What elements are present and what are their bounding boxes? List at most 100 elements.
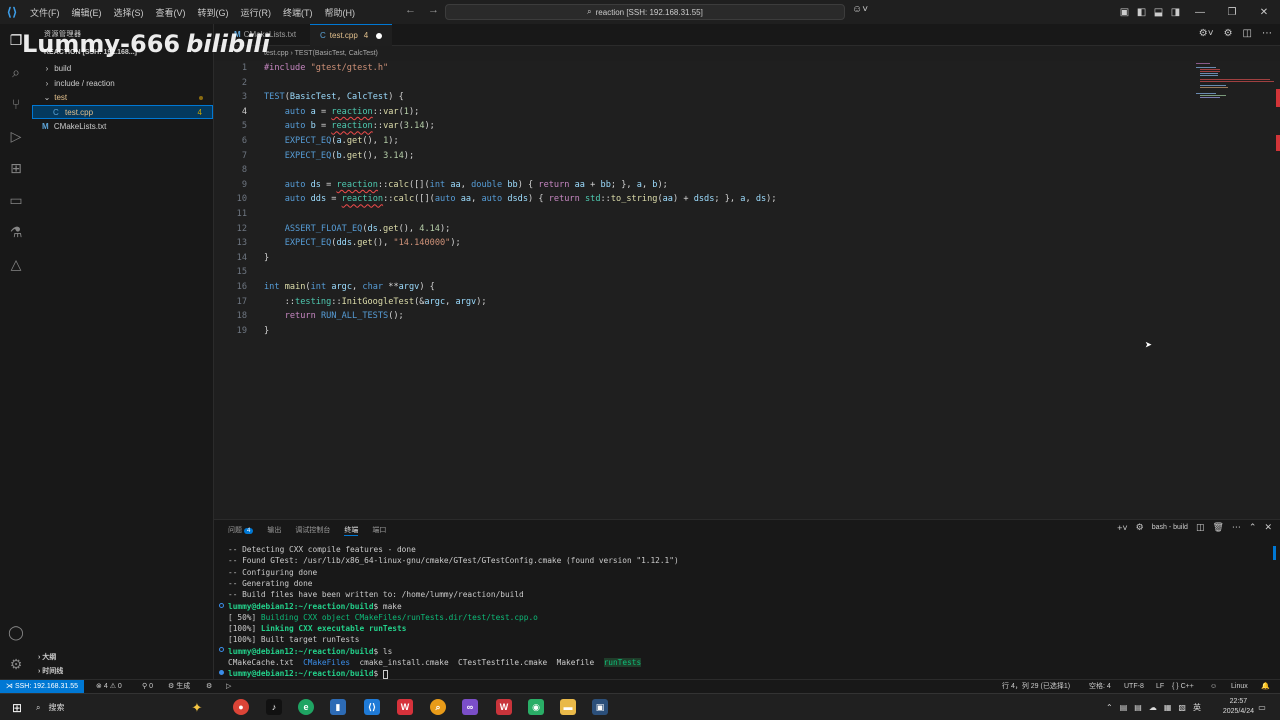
more-actions-icon[interactable]: ⋯ (1262, 28, 1272, 39)
notifications-bell-icon[interactable]: 🔔 (1261, 680, 1270, 694)
settings-icon[interactable]: ⚙ (1224, 28, 1233, 39)
copilot-sparkle-icon[interactable]: ✦ (182, 694, 212, 720)
forward-arrow-icon[interactable]: → (428, 4, 439, 16)
tree-folder-build[interactable]: › build (32, 62, 213, 76)
breadcrumb-symbol[interactable]: TEST(BasicTest, CalcTest) (295, 50, 378, 57)
tree-folder-test[interactable]: ⌄ test (32, 91, 213, 105)
encoding-status[interactable]: UTF-8 (1124, 680, 1144, 694)
ports-status[interactable]: ⚲ 0 (142, 680, 153, 694)
command-decoration-icon[interactable] (219, 602, 224, 608)
maximize-panel-icon[interactable]: ⌃ (1249, 522, 1257, 533)
kill-terminal-icon[interactable]: 🗑 (1212, 522, 1223, 533)
split-editor-icon[interactable]: ◫ (1243, 28, 1252, 39)
tray-app-icon[interactable]: ▦ (1164, 703, 1172, 712)
file-explorer-icon[interactable]: ▬ (560, 699, 576, 715)
taskbar-search[interactable]: ⌕ 搜索 (36, 694, 176, 720)
vscode-taskbar-icon[interactable]: ⟨⟩ (364, 699, 380, 715)
cursor-position[interactable]: 行 4，列 29 (已选择1) (1002, 680, 1070, 694)
layout-customize-icon[interactable]: ▣ (1116, 7, 1133, 18)
everything-search-icon[interactable]: ⌕ (430, 699, 446, 715)
menu-selection[interactable]: 选择(S) (108, 6, 150, 19)
chrome-icon[interactable]: ● (233, 699, 249, 715)
build-percent: [ 50%] (228, 612, 257, 622)
outline-section[interactable]: › 大纲 (32, 651, 213, 664)
file-app-icon[interactable]: ▮ (330, 699, 346, 715)
toggle-sidebar-icon[interactable]: ◧ (1133, 7, 1150, 18)
tab-ports[interactable]: 端口 (372, 525, 386, 535)
account-icon[interactable]: ◯ (6, 622, 26, 642)
wps-icon[interactable]: W (397, 699, 413, 715)
cmake-icon[interactable]: △ (6, 254, 26, 274)
terminal-app-icon[interactable]: ▣ (592, 699, 608, 715)
command-decoration-icon[interactable] (219, 670, 224, 675)
unsaved-dot-icon[interactable] (376, 32, 383, 39)
tree-file-cmakelists[interactable]: M CMakeLists.txt (32, 120, 213, 134)
minimize-icon[interactable]: — (1184, 7, 1216, 18)
tab-output[interactable]: 输出 (267, 525, 281, 535)
split-terminal-icon[interactable]: ◫ (1196, 522, 1205, 533)
menu-file[interactable]: 文件(F) (24, 6, 66, 19)
toggle-panel-icon[interactable]: ⬓ (1150, 7, 1167, 18)
more-actions-icon[interactable]: ⋯ (1232, 522, 1241, 533)
tray-cloud-icon[interactable]: ☁ (1149, 703, 1157, 712)
wechat-icon[interactable]: ◉ (528, 699, 544, 715)
extensions-icon[interactable]: ⊞ (6, 158, 26, 178)
new-terminal-icon[interactable]: +˅ (1117, 523, 1128, 533)
tray-app-icon[interactable]: ▤ (1120, 703, 1128, 712)
menu-run[interactable]: 运行(R) (235, 6, 278, 19)
ime-indicator[interactable]: 英 (1193, 702, 1201, 713)
system-clock[interactable]: 22:57 2025/4/24 (1223, 697, 1254, 717)
timeline-section[interactable]: › 时间线 (32, 665, 213, 678)
back-arrow-icon[interactable]: ← (405, 4, 416, 16)
code-editor[interactable]: 1 #include "gtest/gtest.h" 2 3 TEST(BasicT… (214, 61, 1280, 519)
restore-icon[interactable]: ❐ (1216, 7, 1248, 18)
notification-center-icon[interactable]: ▭ (1252, 694, 1272, 720)
close-window-icon[interactable]: ✕ (1248, 7, 1280, 18)
eol-status[interactable]: LF (1156, 680, 1164, 694)
close-panel-icon[interactable]: ✕ (1264, 522, 1272, 533)
command-decoration-icon[interactable] (219, 647, 224, 652)
tab-problems[interactable]: 问题 4 (228, 525, 254, 535)
menu-help[interactable]: 帮助(H) (319, 6, 362, 19)
tab-debug-console[interactable]: 调试控制台 (295, 525, 330, 535)
tab-terminal[interactable]: 终端 (344, 525, 359, 536)
indentation-status[interactable]: 空格: 4 (1089, 680, 1111, 694)
os-status[interactable]: Linux (1231, 680, 1248, 694)
source-control-icon[interactable]: ⑂ (6, 94, 26, 114)
search-icon[interactable]: ⌕ (6, 62, 26, 82)
build-label: 生成 (176, 683, 191, 690)
wps-office-icon[interactable]: W (496, 699, 512, 715)
tray-app-icon[interactable]: ▤ (1134, 703, 1142, 712)
copilot-status-icon[interactable]: ☺ (1210, 680, 1217, 694)
menu-view[interactable]: 查看(V) (150, 6, 192, 19)
tray-chevron-icon[interactable]: ⌃ (1106, 703, 1113, 712)
cmake-settings-icon[interactable]: ⚙ (206, 680, 212, 694)
problems-status[interactable]: ⊗ 4 ⚠ 0 (96, 680, 122, 694)
language-mode[interactable]: { } C++ (1172, 680, 1194, 694)
terminal-scrollbar[interactable] (1273, 546, 1276, 560)
menu-goto[interactable]: 转到(G) (192, 6, 235, 19)
windows-start-icon[interactable]: ⊞ (8, 694, 26, 720)
remote-explorer-icon[interactable]: ▭ (6, 190, 26, 210)
toggle-secondary-sidebar-icon[interactable]: ◨ (1167, 7, 1184, 18)
minimap[interactable] (1196, 61, 1276, 101)
testing-icon[interactable]: ⚗ (6, 222, 26, 242)
copilot-icon[interactable]: ☺˅ (852, 4, 868, 15)
edge-icon[interactable]: e (298, 699, 314, 715)
menu-edit[interactable]: 编辑(E) (66, 6, 108, 19)
remote-indicator[interactable]: ⋊ SSH: 192.168.31.55 (0, 680, 85, 694)
visual-studio-icon[interactable]: ∞ (462, 699, 478, 715)
command-center-search[interactable]: ⌕ reaction [SSH: 192.168.31.55] (445, 4, 845, 20)
settings-gear-icon[interactable]: ⚙ (6, 654, 26, 674)
run-play-icon[interactable]: ▷ (226, 680, 231, 694)
tab-test-cpp[interactable]: Ctest.cpp 4 (310, 24, 393, 46)
run-debug-icon[interactable]: ▷ (6, 126, 26, 146)
tree-file-test-cpp[interactable]: C test.cpp 4 (32, 105, 213, 119)
tiktok-icon[interactable]: ♪ (266, 699, 282, 715)
run-debug-dropdown-icon[interactable]: ⚙˅ (1199, 28, 1214, 39)
menu-terminal[interactable]: 终端(T) (277, 6, 319, 19)
tray-app-icon[interactable]: ▧ (1178, 703, 1186, 712)
tree-folder-include-reaction[interactable]: › include / reaction (32, 77, 213, 91)
terminal-name[interactable]: bash - build (1152, 524, 1188, 531)
cmake-build-button[interactable]: ⚙ 生成 (168, 680, 190, 694)
